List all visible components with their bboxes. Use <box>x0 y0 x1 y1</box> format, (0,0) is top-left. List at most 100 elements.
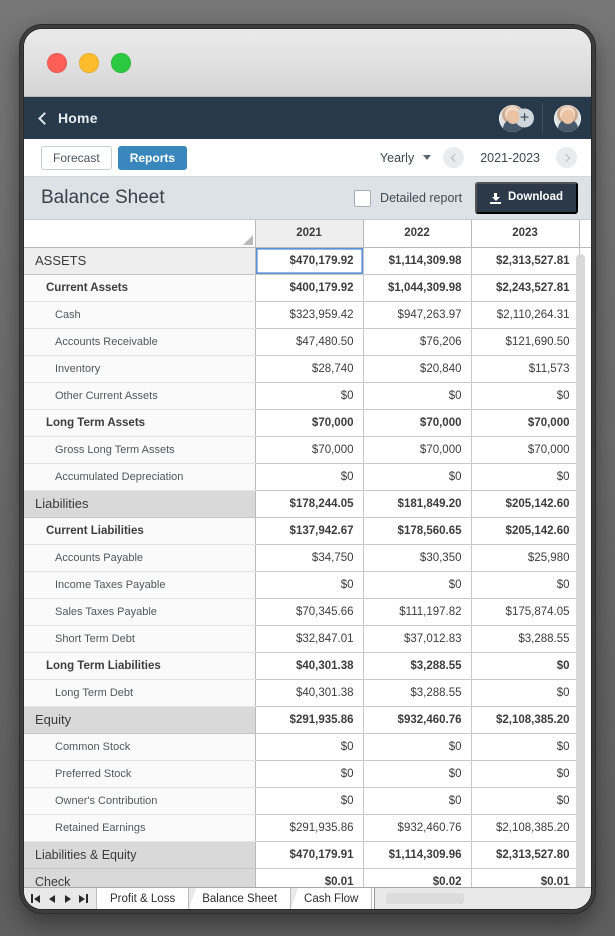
cell-2023[interactable]: $205,142.60 <box>471 517 580 545</box>
first-sheet-button[interactable] <box>28 891 43 907</box>
cell-2021[interactable]: $0 <box>255 733 364 761</box>
cell-2022[interactable]: $932,460.76 <box>363 814 472 842</box>
cell-2022[interactable]: $70,000 <box>363 436 472 464</box>
cell-2021[interactable]: $470,179.92 <box>255 247 364 275</box>
cell-2023[interactable]: $70,000 <box>471 409 580 437</box>
cell-2023[interactable]: $0.01 <box>471 868 580 887</box>
table-row[interactable]: Liabilities $178,244.05 $181,849.20 $205,14… <box>24 490 591 518</box>
cell-2023[interactable]: $2,313,527.81 <box>471 247 580 275</box>
cell-2021[interactable]: $34,750 <box>255 544 364 572</box>
user-avatar[interactable] <box>554 104 581 132</box>
table-row[interactable]: Gross Long Term Assets $70,000 $70,000 $70,… <box>24 436 591 464</box>
cell-2021[interactable]: $70,000 <box>255 409 364 437</box>
cell-2021[interactable]: $137,942.67 <box>255 517 364 545</box>
cell-2022[interactable]: $1,044,309.98 <box>363 274 472 302</box>
previous-period-button[interactable] <box>443 147 465 168</box>
forecast-tab-button[interactable]: Forecast <box>41 145 112 170</box>
horizontal-scrollbar[interactable] <box>386 893 465 904</box>
table-row[interactable]: Common Stock $0 $0 $0 <box>24 733 591 761</box>
cell-2023[interactable]: $2,313,527.80 <box>471 841 580 869</box>
cell-2021[interactable]: $0 <box>255 571 364 599</box>
download-button[interactable]: Download <box>475 182 578 214</box>
cell-2023[interactable]: $2,243,527.81 <box>471 274 580 302</box>
frequency-dropdown[interactable]: Yearly <box>380 151 432 165</box>
cell-2023[interactable]: $3,288.55 <box>471 625 580 653</box>
home-back-link[interactable]: Home <box>38 110 98 126</box>
cell-2021[interactable]: $470,179.91 <box>255 841 364 869</box>
cell-2023[interactable]: $0 <box>471 733 580 761</box>
detailed-report-toggle[interactable]: Detailed report <box>354 189 462 207</box>
cell-2021[interactable]: $32,847.01 <box>255 625 364 653</box>
table-row[interactable]: Accounts Payable $34,750 $30,350 $25,980 <box>24 544 591 572</box>
cell-2022[interactable]: $0 <box>363 760 472 788</box>
table-row[interactable]: Retained Earnings $291,935.86 $932,460.76 $… <box>24 814 591 842</box>
cell-2022[interactable]: $0 <box>363 733 472 761</box>
table-row[interactable]: Short Term Debt $32,847.01 $37,012.83 $3,28… <box>24 625 591 653</box>
grid-corner-cell[interactable] <box>24 220 256 248</box>
cell-2021[interactable]: $291,935.86 <box>255 706 364 734</box>
cell-2023[interactable]: $0 <box>471 463 580 491</box>
cell-2021[interactable]: $291,935.86 <box>255 814 364 842</box>
table-row[interactable]: Accumulated Depreciation $0 $0 $0 <box>24 463 591 491</box>
cell-2022[interactable]: $30,350 <box>363 544 472 572</box>
balance-sheet-grid[interactable]: 2021 2022 2023 ASSETS $470,179.92 $1,114,309… <box>24 220 591 887</box>
reports-tab-button[interactable]: Reports <box>117 145 188 170</box>
table-row[interactable]: Long Term Debt $40,301.38 $3,288.55 $0 <box>24 679 591 707</box>
cell-2021[interactable]: $47,480.50 <box>255 328 364 356</box>
minimize-button[interactable] <box>79 52 99 73</box>
table-row[interactable]: Liabilities & Equity $470,179.91 $1,114,30… <box>24 841 591 869</box>
detailed-report-checkbox[interactable] <box>354 189 372 207</box>
cell-2022[interactable]: $1,114,309.96 <box>363 841 472 869</box>
cell-2022[interactable]: $0 <box>363 787 472 815</box>
close-button[interactable] <box>47 52 67 73</box>
next-sheet-button[interactable] <box>60 891 75 907</box>
cell-2022[interactable]: $947,263.97 <box>363 301 472 329</box>
cell-2022[interactable]: $76,206 <box>363 328 472 356</box>
cell-2023[interactable]: $0 <box>471 571 580 599</box>
cell-2021[interactable]: $70,000 <box>255 436 364 464</box>
column-header-2021[interactable]: 2021 <box>254 220 364 248</box>
table-row[interactable]: Income Taxes Payable $0 $0 $0 <box>24 571 591 599</box>
cell-2023[interactable]: $121,690.50 <box>471 328 580 356</box>
cell-2023[interactable]: $0 <box>471 382 580 410</box>
sheet-tab-balance-sheet[interactable]: Balance Sheet <box>189 888 292 909</box>
cell-2023[interactable]: $11,573 <box>471 355 580 383</box>
cell-2022[interactable]: $111,197.82 <box>363 598 472 626</box>
table-row[interactable]: ASSETS $470,179.92 $1,114,309.98 $2,313,527… <box>24 247 591 275</box>
column-header-2022[interactable]: 2022 <box>362 220 472 248</box>
table-row[interactable]: Long Term Liabilities $40,301.38 $3,288.55… <box>24 652 591 680</box>
cell-2021[interactable]: $178,244.05 <box>255 490 364 518</box>
cell-2023[interactable]: $0 <box>471 652 580 680</box>
cell-2022[interactable]: $37,012.83 <box>363 625 472 653</box>
cell-2021[interactable]: $40,301.38 <box>255 652 364 680</box>
cell-2023[interactable]: $25,980 <box>471 544 580 572</box>
table-row[interactable]: Other Current Assets $0 $0 $0 <box>24 382 591 410</box>
cell-2023[interactable]: $70,000 <box>471 436 580 464</box>
add-collaborator-button[interactable]: + <box>499 104 540 132</box>
table-row[interactable]: Accounts Receivable $47,480.50 $76,206 $121… <box>24 328 591 356</box>
sheet-tab-cash-flow[interactable]: Cash Flow <box>291 888 373 909</box>
cell-2023[interactable]: $0 <box>471 679 580 707</box>
table-row[interactable]: Current Assets $400,179.92 $1,044,309.98 $2… <box>24 274 591 302</box>
cell-2022[interactable]: $3,288.55 <box>363 679 472 707</box>
cell-2021[interactable]: $0 <box>255 463 364 491</box>
cell-2023[interactable]: $2,108,385.20 <box>471 706 580 734</box>
column-header-2023[interactable]: 2023 <box>470 220 580 248</box>
cell-2023[interactable]: $0 <box>471 760 580 788</box>
cell-2023[interactable]: $0 <box>471 787 580 815</box>
cell-2022[interactable]: $0 <box>363 463 472 491</box>
zoom-button[interactable] <box>111 52 131 73</box>
table-row[interactable]: Long Term Assets $70,000 $70,000 $70,000 <box>24 409 591 437</box>
cell-2022[interactable]: $20,840 <box>363 355 472 383</box>
cell-2023[interactable]: $205,142.60 <box>471 490 580 518</box>
vertical-scrollbar[interactable] <box>576 254 585 887</box>
cell-2023[interactable]: $2,108,385.20 <box>471 814 580 842</box>
next-period-button[interactable] <box>556 147 577 168</box>
cell-2021[interactable]: $40,301.38 <box>255 679 364 707</box>
table-row[interactable]: Inventory $28,740 $20,840 $11,573 <box>24 355 591 383</box>
cell-2021[interactable]: $70,345.66 <box>255 598 364 626</box>
cell-2021[interactable]: $0 <box>255 760 364 788</box>
table-row[interactable]: Check $0.01 $0.02 $0.01 <box>24 868 591 887</box>
cell-2022[interactable]: $70,000 <box>363 409 472 437</box>
cell-2023[interactable]: $2,110,264.31 <box>471 301 580 329</box>
